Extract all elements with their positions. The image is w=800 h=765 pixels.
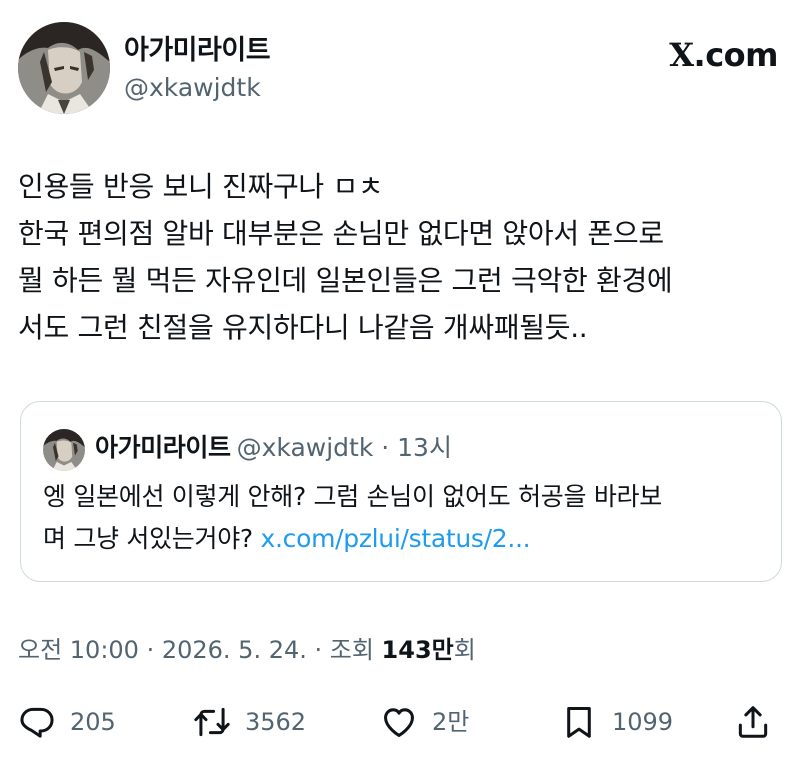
share-button[interactable] [734, 698, 772, 746]
quoted-status-link[interactable]: x.com/pzlui/status/2... [261, 524, 531, 553]
bookmark-count: 1099 [612, 708, 674, 736]
like-button[interactable]: 2만 [380, 698, 469, 746]
quoted-text-line: 엥 일본에선 이렇게 안해? 그럼 손님이 없어도 허공을 바라보 [43, 482, 662, 511]
quoted-author-avatar[interactable] [43, 429, 85, 471]
tweet-text-line: 서도 그런 친절을 유지하다니 나같음 개싸패될듯.. [18, 311, 588, 344]
tweet-text: 인용들 반응 보니 진짜구나 ㅁㅊ 한국 편의점 알바 대부분은 손님만 없다면… [18, 163, 782, 351]
tweet-text-line: 인용들 반응 보니 진짜구나 ㅁㅊ [18, 170, 384, 203]
retweet-icon [194, 707, 230, 737]
author-handle[interactable]: @xkawjdtk [124, 70, 270, 106]
bookmark-button[interactable]: 1099 [560, 698, 673, 746]
retweet-button[interactable]: 3562 [193, 698, 306, 746]
heart-icon [384, 708, 414, 737]
x-logo-icon: X [669, 36, 694, 74]
view-count: 143만 [381, 636, 454, 664]
quoted-author-name[interactable]: 아가미라이트 [95, 433, 231, 462]
reply-icon [20, 707, 54, 738]
quoted-author-meta: @xkawjdtk · 13시 [236, 433, 452, 462]
share-icon [738, 706, 768, 738]
quoted-text-line: 며 그냥 서있는거야? x.com/pzlui/status/2... [43, 518, 773, 560]
tweet-timestamp: 오전 10:00 · 2026. 5. 24. · 조회 143만회 [18, 632, 476, 668]
author-block[interactable]: 아가미라이트 @xkawjdtk [124, 34, 271, 106]
quoted-text-fragment: 며 그냥 서있는거야? [43, 524, 261, 553]
tweet-text-line: 뭘 하든 뭘 먹든 자유인데 일본인들은 그런 극악한 환경에 [18, 264, 673, 297]
quoted-tweet-card[interactable]: 아가미라이트 @xkawjdtk · 13시 엥 일본에선 이렇게 안해? 그럼 … [20, 401, 782, 582]
reply-count: 205 [70, 708, 116, 736]
tweet-text-line: 한국 편의점 알바 대부분은 손님만 없다면 앉아서 폰으로 [18, 217, 664, 250]
reply-button[interactable]: 205 [18, 698, 116, 746]
brand-domain: .com [693, 36, 779, 74]
bookmark-icon [567, 707, 591, 738]
quoted-tweet-header: 아가미라이트 @xkawjdtk · 13시 [95, 428, 452, 468]
author-display-name[interactable]: 아가미라이트 [124, 34, 271, 68]
x-brand-logo: X.com [669, 36, 778, 74]
tweet-header: 아가미라이트 @xkawjdtk X.com [18, 22, 782, 118]
view-count-suffix: 회 [453, 636, 476, 664]
author-avatar[interactable] [18, 22, 110, 114]
retweet-count: 3562 [245, 708, 307, 736]
like-count: 2만 [432, 708, 470, 736]
tweet-actions: 205 3562 2만 1099 [0, 698, 800, 746]
timestamp-text[interactable]: 오전 10:00 · 2026. 5. 24. · 조회 [18, 636, 382, 664]
quoted-tweet-text: 엥 일본에선 이렇게 안해? 그럼 손님이 없어도 허공을 바라보 며 그냥 서… [43, 476, 773, 560]
